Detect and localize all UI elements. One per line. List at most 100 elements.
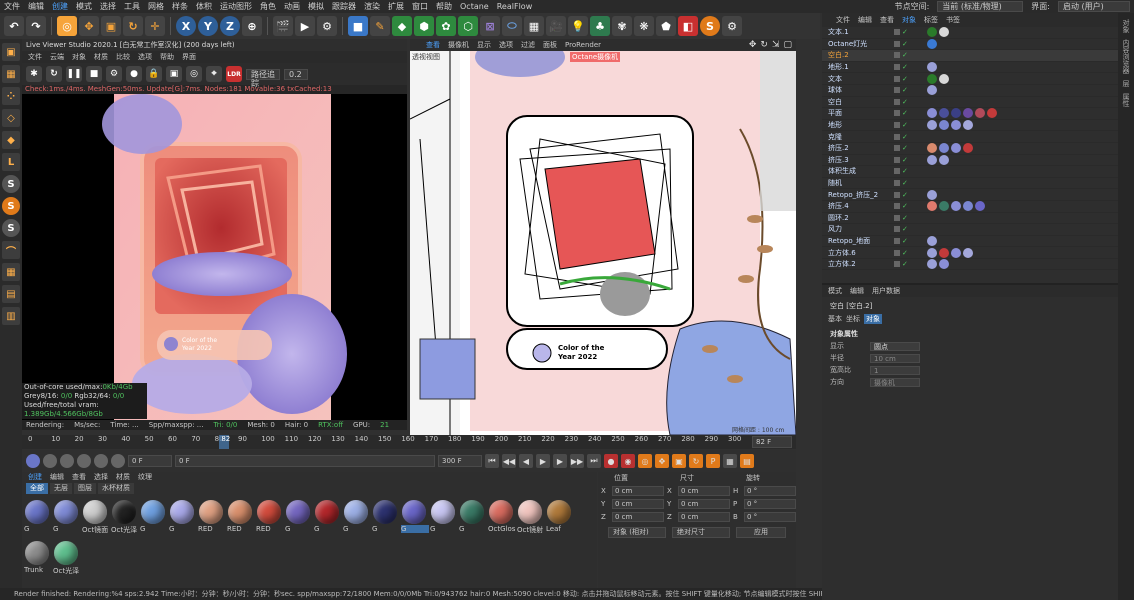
material-swatch[interactable]: Trunk: [24, 540, 50, 578]
material-tag-icon[interactable]: [963, 247, 973, 258]
material-tag-icon[interactable]: [927, 108, 937, 119]
x-axis-icon[interactable]: X: [176, 16, 196, 36]
menu-mode[interactable]: 模式: [72, 1, 96, 12]
mat-menu-view[interactable]: 查看: [72, 472, 86, 483]
attr-menu-edit[interactable]: 编辑: [850, 285, 864, 297]
om-menu-bookmarks[interactable]: 书签: [946, 13, 960, 27]
pen-icon[interactable]: ✎: [370, 16, 390, 36]
tab-layers[interactable]: 层: [1121, 80, 1131, 87]
play-icon[interactable]: ▶: [536, 454, 550, 468]
lv-menu-layout[interactable]: 界面: [182, 51, 196, 63]
menu-animate[interactable]: 动画: [280, 1, 304, 12]
lv-menu-materials[interactable]: 材质: [94, 51, 108, 63]
material-tag-icon[interactable]: [951, 247, 961, 258]
visibility-toggles[interactable]: ✓: [894, 145, 908, 152]
om-menu-tags[interactable]: 标签: [924, 13, 938, 27]
visibility-toggles[interactable]: ✓: [894, 226, 908, 233]
object-row[interactable]: 空白 ✓: [822, 97, 1118, 109]
grass-icon[interactable]: ❋: [634, 16, 654, 36]
material-tag-icon[interactable]: [987, 108, 997, 119]
menu-mograph[interactable]: 运动图形: [216, 1, 256, 12]
octane-settings-icon[interactable]: ⚙: [722, 16, 742, 36]
mat-menu-material[interactable]: 材质: [116, 472, 130, 483]
object-row[interactable]: 挤压.4 ✓: [822, 201, 1118, 213]
material-tag-icon[interactable]: [927, 27, 937, 38]
camera-icon[interactable]: 🎥: [546, 16, 566, 36]
sphere5-icon[interactable]: [111, 454, 125, 468]
visibility-toggles[interactable]: ✓: [894, 75, 908, 82]
object-row[interactable]: 平面 ✓: [822, 108, 1118, 120]
vp-menu-camera[interactable]: 摄像机: [448, 39, 469, 51]
material-swatch[interactable]: G: [140, 499, 166, 537]
material-tag-icon[interactable]: [939, 27, 949, 38]
vp-menu-filter[interactable]: 过滤: [521, 39, 535, 51]
prev-key-icon[interactable]: ◀◀: [502, 454, 516, 468]
octane-s-icon[interactable]: S: [2, 197, 20, 215]
visibility-toggles[interactable]: ✓: [894, 98, 908, 105]
menu-select[interactable]: 选择: [96, 1, 120, 12]
visibility-toggles[interactable]: ✓: [894, 156, 908, 163]
subdivision-icon[interactable]: ◆: [392, 16, 412, 36]
cube-icon[interactable]: ■: [348, 16, 368, 36]
material-swatch[interactable]: Oct镜面: [82, 499, 108, 537]
redo-icon[interactable]: ↷: [26, 16, 46, 36]
coordinate-system-icon[interactable]: ⊕: [242, 16, 262, 36]
om-menu-file[interactable]: 文件: [836, 13, 850, 27]
object-row[interactable]: Retopo_地面 ✓: [822, 235, 1118, 248]
material-tag-icon[interactable]: [963, 120, 973, 131]
ldr-icon[interactable]: LDR: [226, 66, 242, 82]
menu-file[interactable]: 文件: [0, 1, 24, 12]
material-swatch[interactable]: Oct镜射: [517, 499, 543, 537]
render-settings-icon[interactable]: ⚙: [317, 16, 337, 36]
material-swatch[interactable]: G: [24, 499, 50, 537]
material-icon[interactable]: ●: [126, 66, 142, 82]
material-swatch[interactable]: G: [169, 499, 195, 537]
pan-icon[interactable]: ✥: [749, 40, 757, 50]
object-row[interactable]: 文本 ✓: [822, 73, 1118, 85]
filter-all[interactable]: 全部: [26, 483, 48, 494]
rotate-key-icon[interactable]: ↻: [689, 454, 703, 468]
material-swatch[interactable]: G: [285, 499, 311, 537]
undo-icon[interactable]: ↶: [4, 16, 24, 36]
lv-menu-file[interactable]: 文件: [28, 51, 42, 63]
live-select-icon[interactable]: ◎: [57, 16, 77, 36]
rock-icon[interactable]: ⬟: [656, 16, 676, 36]
material-swatch[interactable]: G: [314, 499, 340, 537]
visibility-toggles[interactable]: ✓: [894, 249, 908, 256]
y-axis-icon[interactable]: Y: [198, 16, 218, 36]
object-row[interactable]: 文本.1 ✓: [822, 27, 1118, 39]
coord-field-rot[interactable]: 0 °: [744, 511, 796, 522]
om-menu-edit[interactable]: 编辑: [858, 13, 872, 27]
scale-key-icon[interactable]: ▣: [672, 454, 686, 468]
object-row[interactable]: 体积生成 ✓: [822, 166, 1118, 178]
vp-menu-prorender[interactable]: ProRender: [565, 39, 601, 51]
visibility-toggles[interactable]: ✓: [894, 214, 908, 221]
visibility-toggles[interactable]: ✓: [894, 110, 908, 117]
tree-icon[interactable]: ♣: [590, 16, 610, 36]
menu-realflow[interactable]: RealFlow: [493, 2, 537, 11]
material-tag-icon[interactable]: [963, 143, 973, 154]
lv-menu-cloud[interactable]: 云端: [50, 51, 64, 63]
object-row[interactable]: Retopo_挤压_2 ✓: [822, 189, 1118, 201]
orbit-icon[interactable]: ↻: [760, 40, 768, 50]
sphere-icon[interactable]: [43, 454, 57, 468]
start-frame-field[interactable]: 0 F: [128, 455, 172, 467]
om-menu-view[interactable]: 查看: [880, 13, 894, 27]
edge-mode-icon[interactable]: ◇: [2, 109, 20, 127]
material-tag-icon[interactable]: [927, 201, 937, 212]
menu-tools[interactable]: 工具: [120, 1, 144, 12]
material-tag-icon[interactable]: [975, 108, 985, 119]
refresh-icon[interactable]: ↻: [46, 66, 62, 82]
attr-tab-coord[interactable]: 坐标: [846, 314, 860, 324]
go-to-start-icon[interactable]: ⏮: [485, 454, 499, 468]
material-tag-icon[interactable]: [927, 235, 937, 246]
visibility-toggles[interactable]: ✓: [894, 122, 908, 129]
settings-icon[interactable]: ⚙: [106, 66, 122, 82]
sphere3-icon[interactable]: [77, 454, 91, 468]
tab-content-browser[interactable]: 内容浏览器: [1121, 39, 1131, 74]
object-row[interactable]: 挤压.3 ✓: [822, 154, 1118, 167]
material-tag-icon[interactable]: [927, 247, 937, 258]
visibility-toggles[interactable]: ✓: [894, 180, 908, 187]
light-icon[interactable]: 💡: [568, 16, 588, 36]
texture-mode-icon[interactable]: ▦: [2, 65, 20, 83]
